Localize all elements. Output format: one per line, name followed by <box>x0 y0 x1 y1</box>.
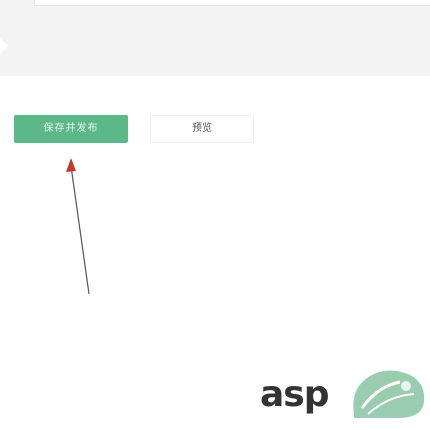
watermark-logo-icon <box>353 370 425 418</box>
settings-panel <box>0 0 430 77</box>
site-watermark: asp <box>256 360 430 430</box>
preview-button[interactable]: 预览 <box>150 115 254 143</box>
annotation-arrow-icon <box>66 158 90 295</box>
panel-pointer-notch <box>0 38 8 54</box>
watermark-text: asp <box>260 374 329 415</box>
panel-inner-box <box>34 0 430 6</box>
save-and-publish-button[interactable]: 保存并发布 <box>14 115 128 143</box>
